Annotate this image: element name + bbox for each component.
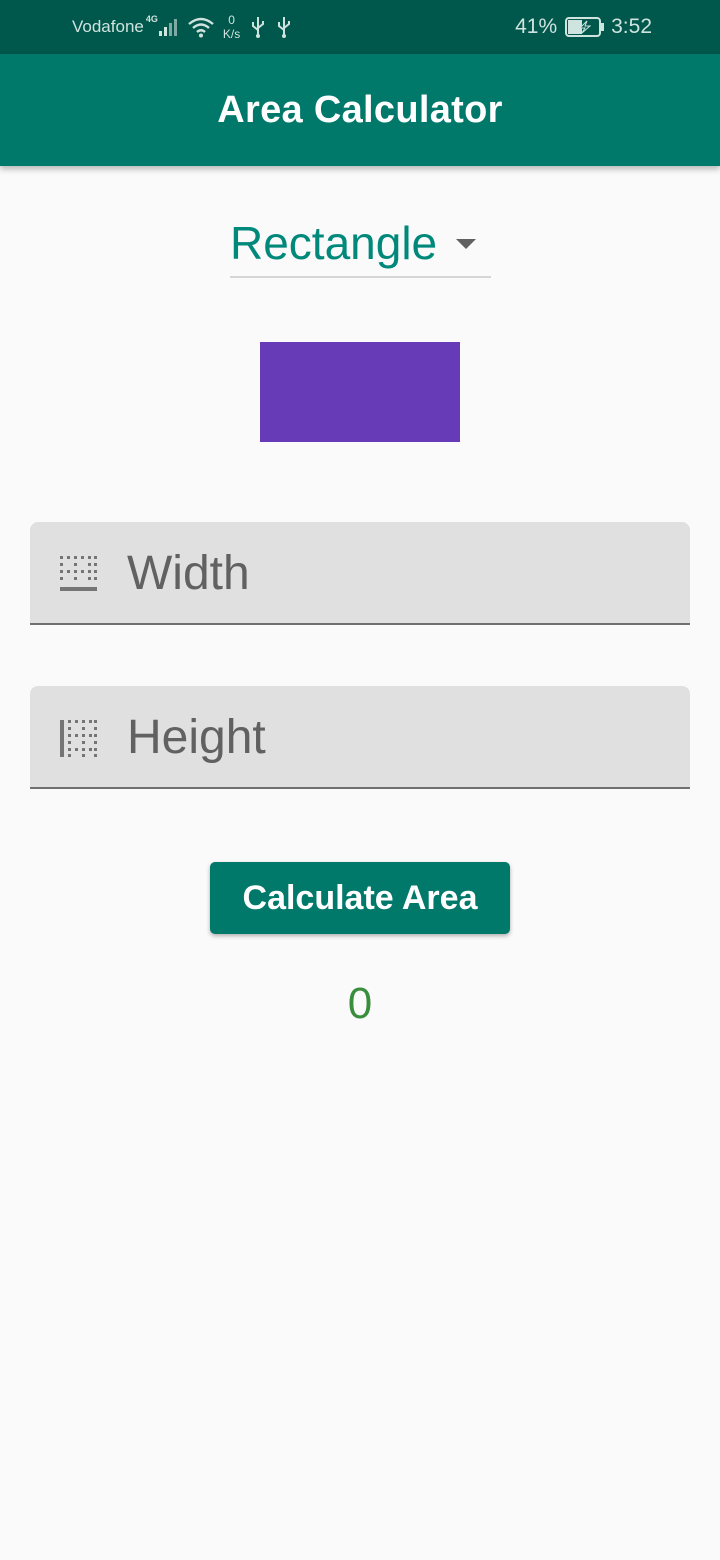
network-speed: 0 K/s — [223, 13, 240, 41]
status-bar: Vodafone 4G 0 K/s 41% 3:52 — [0, 0, 720, 54]
height-field[interactable]: Height — [30, 686, 690, 789]
speed-value: 0 — [228, 13, 235, 27]
width-placeholder: Width — [127, 547, 250, 600]
shape-dropdown[interactable]: Rectangle — [230, 210, 491, 278]
status-bar-left: Vodafone 4G 0 K/s — [72, 0, 292, 54]
wifi-icon — [188, 17, 214, 38]
dropdown-arrow-icon — [456, 239, 476, 249]
network-type: 4G — [145, 14, 158, 24]
border-left-icon — [60, 720, 97, 757]
rectangle-preview — [260, 342, 460, 442]
usb-icon — [252, 17, 265, 38]
width-field[interactable]: Width — [30, 522, 690, 625]
battery-charging-icon — [565, 17, 605, 37]
app-bar: Area Calculator — [0, 54, 720, 166]
usb-icon — [278, 17, 291, 38]
height-placeholder: Height — [127, 711, 266, 764]
signal-icon — [158, 19, 177, 36]
status-bar-right: 41% 3:52 — [515, 0, 652, 54]
border-bottom-icon — [60, 556, 97, 591]
app-title: Area Calculator — [217, 88, 503, 131]
carrier-name: Vodafone — [72, 17, 144, 36]
battery-percent: 41% — [515, 15, 558, 38]
clock: 3:52 — [611, 15, 652, 38]
calculate-area-button[interactable]: Calculate Area — [210, 862, 510, 934]
speed-unit: K/s — [222, 27, 241, 41]
area-result: 0 — [347, 979, 373, 1028]
shape-dropdown-value: Rectangle — [230, 217, 438, 269]
